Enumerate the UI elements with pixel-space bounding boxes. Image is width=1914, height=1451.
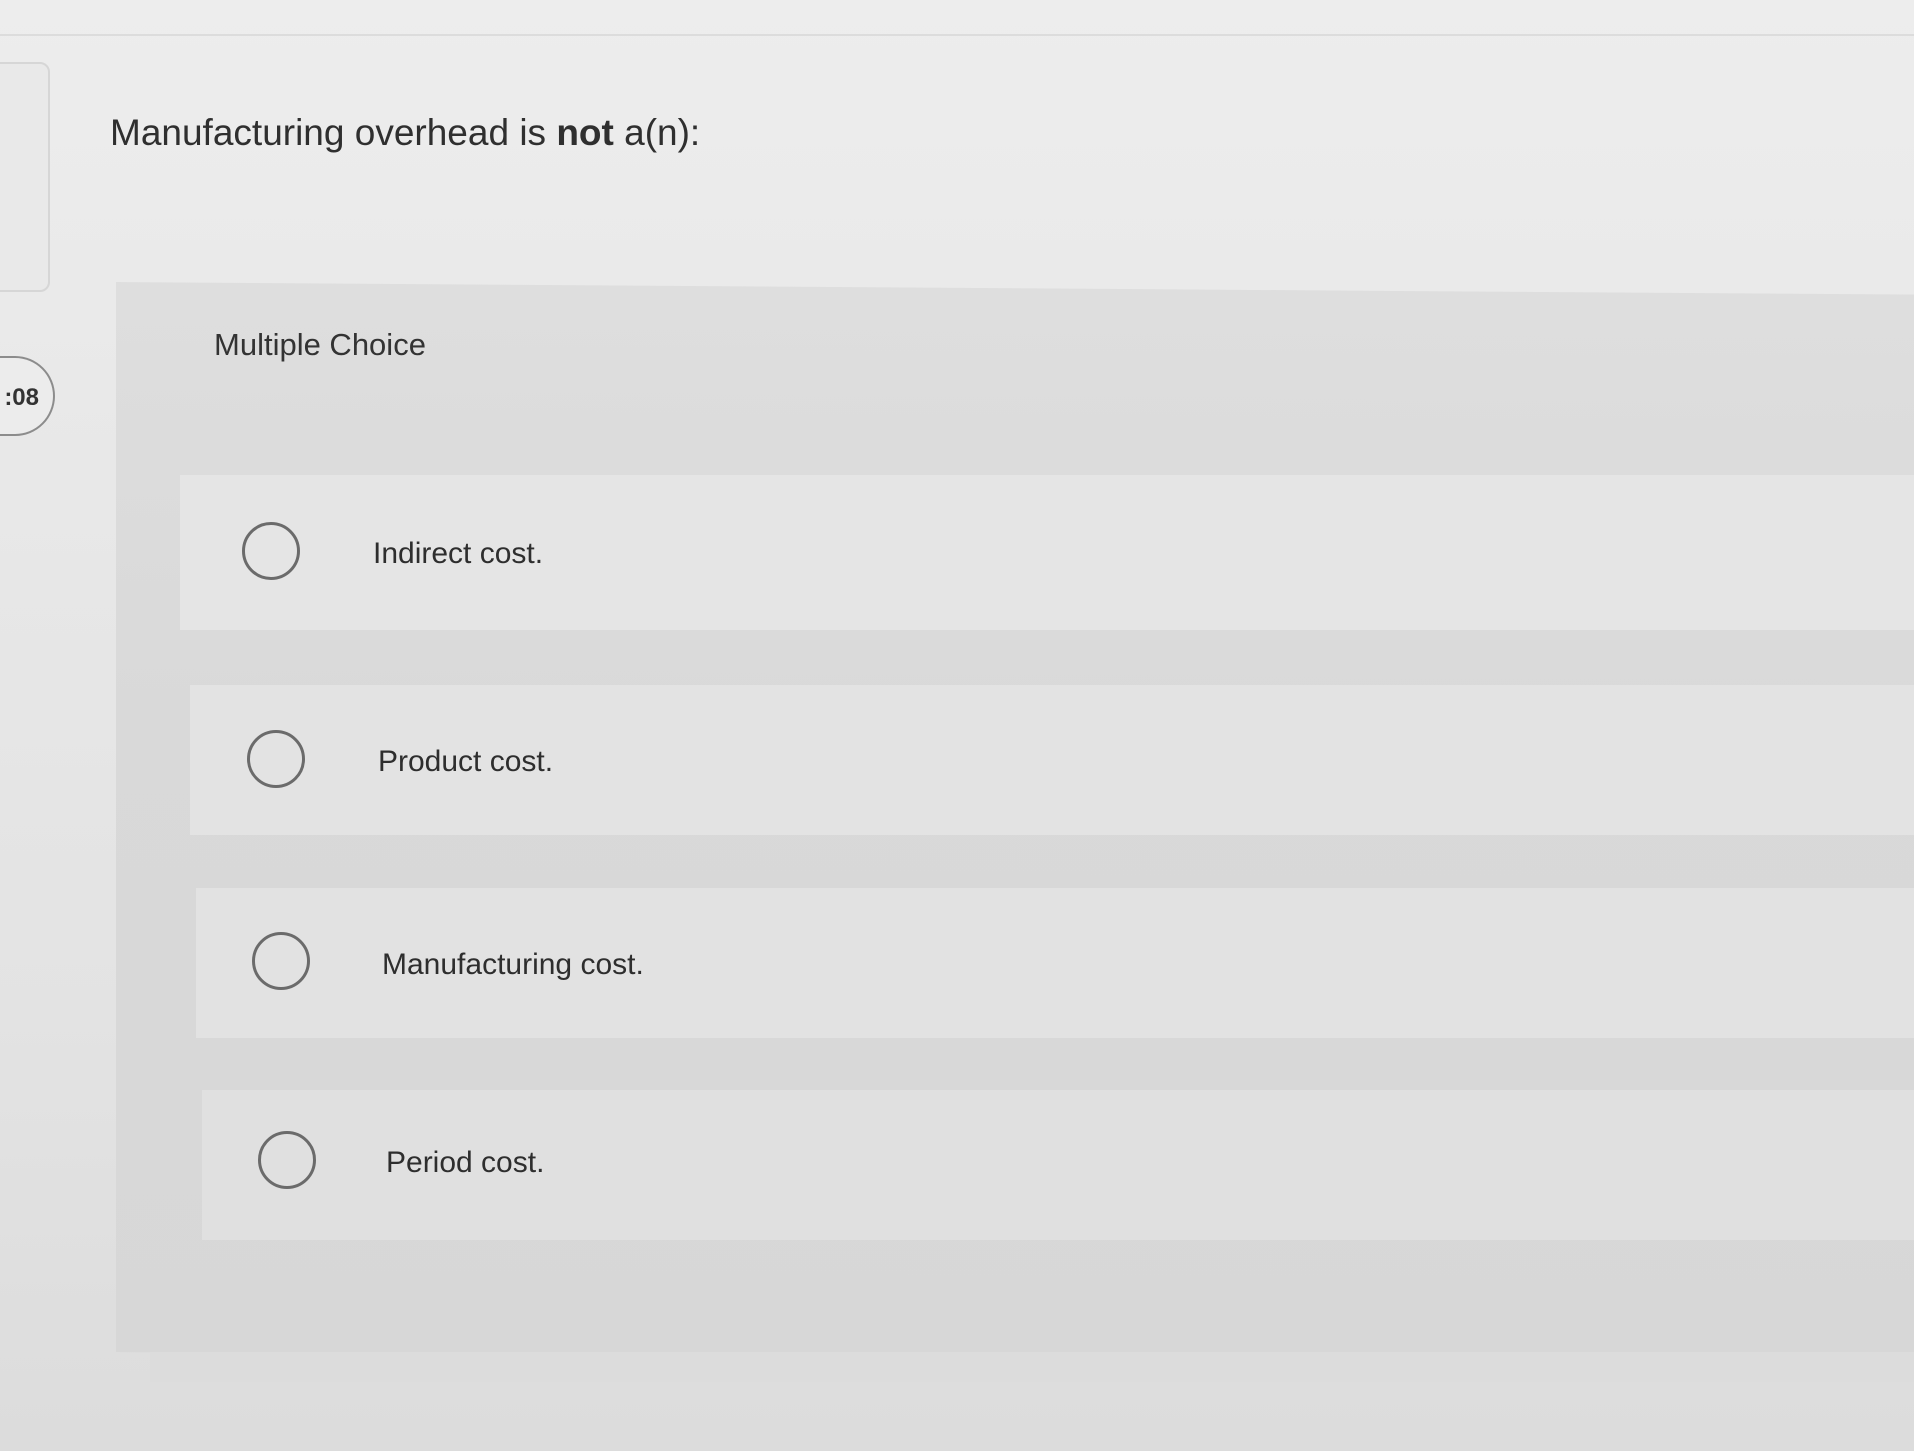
bottom-strip [150,1352,1914,1382]
question-text: Manufacturing overhead is not a(n): [110,112,700,154]
radio-button[interactable] [247,730,305,788]
top-divider [0,34,1914,36]
radio-button[interactable] [242,522,300,580]
timer-badge: :08 [0,356,55,436]
multiple-choice-label: Multiple Choice [214,327,426,362]
option-label[interactable]: Period cost. [386,1146,544,1180]
option-label[interactable]: Product cost. [378,745,553,779]
side-panel [0,62,50,292]
question-prefix: Manufacturing overhead is [110,112,557,153]
timer-text: :08 [4,384,39,411]
question-emphasis: not [556,112,614,153]
question-suffix: a(n): [613,112,701,153]
radio-button[interactable] [252,932,310,990]
option-label[interactable]: Manufacturing cost. [382,948,644,982]
option-label[interactable]: Indirect cost. [373,537,543,571]
radio-button[interactable] [258,1131,316,1189]
